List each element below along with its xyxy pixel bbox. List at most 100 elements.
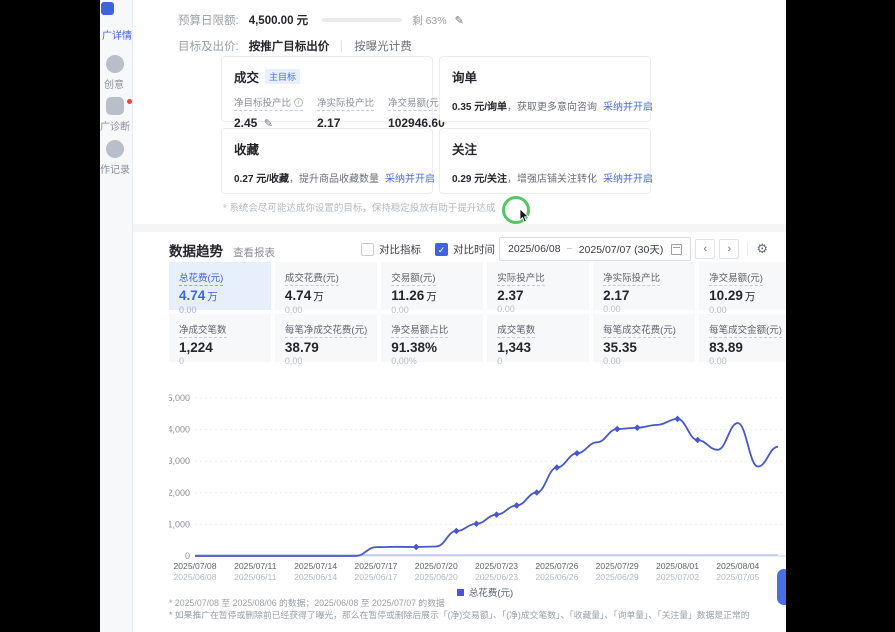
metric-card[interactable]: 净实际投产比2.170.00: [593, 262, 695, 310]
data-point-marker: [473, 521, 480, 528]
date-start: 2025/06/08: [508, 243, 561, 255]
sidebar-item-history[interactable]: 作记录: [100, 161, 130, 176]
svg-text:0: 0: [185, 551, 190, 561]
goal-card-favorite[interactable]: 收藏 0.27 元/收藏，提升商品收藏数量采纳并开启: [221, 128, 433, 194]
svg-text:2025/06/26: 2025/06/26: [535, 572, 578, 582]
data-point-marker: [614, 426, 621, 433]
svg-text:2025/06/17: 2025/06/17: [354, 572, 397, 582]
metric-card-label: 实际投产比: [497, 270, 545, 286]
sidebar-item-promotion-detail[interactable]: 广详情: [102, 27, 132, 42]
date-range-input[interactable]: 2025/06/08 ~ 2025/07/07 (30天): [499, 237, 691, 261]
metric-card-value: 2.17: [603, 288, 685, 303]
history-icon[interactable]: [106, 140, 124, 158]
svg-text:4,000: 4,000: [169, 425, 190, 435]
trend-chart: 01,0002,0003,0004,0005,0002025/07/082025…: [169, 378, 786, 584]
diagnosis-icon[interactable]: [106, 97, 124, 115]
data-point-marker: [554, 464, 561, 471]
goal-card-deal[interactable]: 成交 主目标 净目标投产比i 2.45 ✎ 净实际投产比 2.17: [221, 56, 433, 122]
svg-text:2025/07/17: 2025/07/17: [354, 561, 397, 571]
goal-card-grid: 成交 主目标 净目标投产比i 2.45 ✎ 净实际投产比 2.17: [221, 56, 651, 194]
compare-time-label: 对比时间: [453, 242, 495, 257]
metric-card[interactable]: 净成交笔数1,2240: [169, 314, 271, 362]
data-point-marker: [513, 502, 520, 509]
metric-card-label: 成交笔数: [497, 322, 535, 338]
calendar-icon: [671, 244, 682, 255]
metric-card[interactable]: 净交易额占比91.38%0.00%: [381, 314, 483, 362]
tab-bid-by-goal[interactable]: 按推广目标出价: [249, 38, 330, 54]
sidebar: 广详情 创意 广诊断 作记录: [100, 0, 133, 632]
metric-card[interactable]: 交易额(元)11.26万0.00: [381, 262, 483, 310]
metric-card[interactable]: 每笔成交金额(元)83.890.00: [699, 314, 786, 362]
trend-line-chart-svg: 01,0002,0003,0004,0005,0002025/07/082025…: [169, 378, 786, 584]
data-point-marker: [453, 528, 460, 535]
svg-text:2025/06/08: 2025/06/08: [173, 572, 216, 582]
svg-text:5,000: 5,000: [169, 393, 190, 403]
metric-card[interactable]: 每笔成交花费(元)35.350.00: [593, 314, 695, 362]
svg-text:2025/07/02: 2025/07/02: [656, 572, 699, 582]
compare-metric-label: 对比指标: [379, 242, 421, 257]
adopt-enable-link[interactable]: 采纳并开启: [603, 102, 653, 113]
goal-card-inquiry[interactable]: 询单 0.35 元/询单，获取更多意向咨询采纳并开启: [439, 56, 651, 122]
tab-bid-by-impression[interactable]: 按曝光计费: [354, 38, 412, 54]
sidebar-item-diagnosis[interactable]: 广诊断: [100, 118, 130, 133]
view-report-link[interactable]: 查看报表: [233, 245, 275, 260]
goal-card-follow[interactable]: 关注 0.29 元/关注，增强店铺关注转化采纳并开启: [439, 128, 651, 194]
metric-card[interactable]: 净交易额(元)10.29万0.00: [699, 262, 786, 310]
bidding-tabs: 按推广目标出价 按曝光计费: [249, 38, 412, 54]
budget-edit-icon[interactable]: ✎: [455, 14, 464, 27]
section-separator: [133, 224, 786, 232]
sidebar-item-creative[interactable]: 创意: [104, 76, 124, 91]
svg-text:2025/07/08: 2025/07/08: [173, 561, 216, 571]
adopt-enable-link[interactable]: 采纳并开启: [385, 174, 435, 185]
trend-header: 数据趋势 查看报表: [169, 240, 275, 260]
metric-card-label: 交易额(元): [391, 270, 435, 286]
next-period-button[interactable]: ›: [719, 239, 739, 259]
svg-text:2025/07/05: 2025/07/05: [716, 572, 759, 582]
metric-card-value: 1,224: [179, 340, 261, 355]
metric-label: 净目标投产比: [234, 95, 291, 109]
metric-card-label: 净交易额占比: [391, 322, 448, 338]
svg-text:2025/06/20: 2025/06/20: [415, 572, 458, 582]
metric-card-compare-value: 0.00: [497, 304, 579, 314]
metric-card[interactable]: 每笔净成交花费(元)38.790.00: [275, 314, 377, 362]
goal-metric-net-gmv: 净交易额(元) 102946.60: [388, 93, 445, 130]
floating-side-button[interactable]: [777, 569, 786, 605]
svg-text:2025/07/11: 2025/07/11: [234, 561, 277, 571]
trend-controls: 对比指标 ✓ 对比时间 2025/06/08 ~ 2025/07/07 (30天…: [361, 237, 768, 261]
compare-time-checkbox[interactable]: ✓: [435, 243, 448, 256]
metric-card[interactable]: 实际投产比2.370.00: [487, 262, 589, 310]
adopt-enable-link[interactable]: 采纳并开启: [603, 174, 653, 185]
metric-card-value: 35.35: [603, 340, 685, 355]
info-icon[interactable]: i: [294, 98, 303, 107]
prev-period-button[interactable]: ‹: [695, 239, 715, 259]
click-indicator-ring: [502, 196, 530, 224]
metric-card-label: 每笔成交金额(元): [709, 322, 782, 338]
metric-card-compare-value: 0.00: [603, 304, 685, 314]
compare-metric-checkbox[interactable]: [361, 243, 374, 256]
data-point-marker: [634, 424, 641, 431]
metric-card[interactable]: 总花费(元)4.74万0.00: [169, 262, 271, 310]
bidding-label: 目标及出价:: [178, 38, 239, 54]
goal-note: * 系统会尽可能达成你设置的目标，保持稳定投放有助于提升达成: [223, 200, 495, 214]
trend-title: 数据趋势: [169, 240, 223, 260]
metric-card[interactable]: 成交花费(元)4.74万0.00: [275, 262, 377, 310]
svg-text:2025/07/26: 2025/07/26: [535, 561, 578, 571]
promotion-detail-icon[interactable]: [101, 2, 114, 15]
svg-text:2025/06/23: 2025/06/23: [475, 572, 518, 582]
stage: 广详情 创意 广诊断 作记录 预算日限额: 4,500.00 元 剩 63% ✎…: [0, 0, 895, 632]
app-window: 广详情 创意 广诊断 作记录 预算日限额: 4,500.00 元 剩 63% ✎…: [100, 0, 786, 632]
metric-card-value: 38.79: [285, 340, 367, 355]
metric-card-compare-value: 0.00: [709, 356, 786, 366]
budget-row: 预算日限额: 4,500.00 元 剩 63% ✎: [178, 12, 464, 28]
metric-card[interactable]: 成交笔数1,3430: [487, 314, 589, 362]
metric-card-label: 每笔净成交花费(元): [285, 322, 367, 338]
data-point-marker: [574, 450, 581, 457]
gear-icon[interactable]: ⚙: [756, 241, 768, 257]
metric-card-value: 4.74万: [285, 288, 367, 304]
data-point-marker: [534, 489, 541, 496]
goal-metrics: 净目标投产比i 2.45 ✎ 净实际投产比 2.17 净交易额(元) 10294…: [234, 93, 420, 130]
metric-card-value: 10.29万: [709, 288, 786, 304]
creative-icon[interactable]: [106, 55, 124, 73]
svg-text:3,000: 3,000: [169, 456, 190, 466]
metric-card-compare-value: 0: [179, 356, 261, 366]
